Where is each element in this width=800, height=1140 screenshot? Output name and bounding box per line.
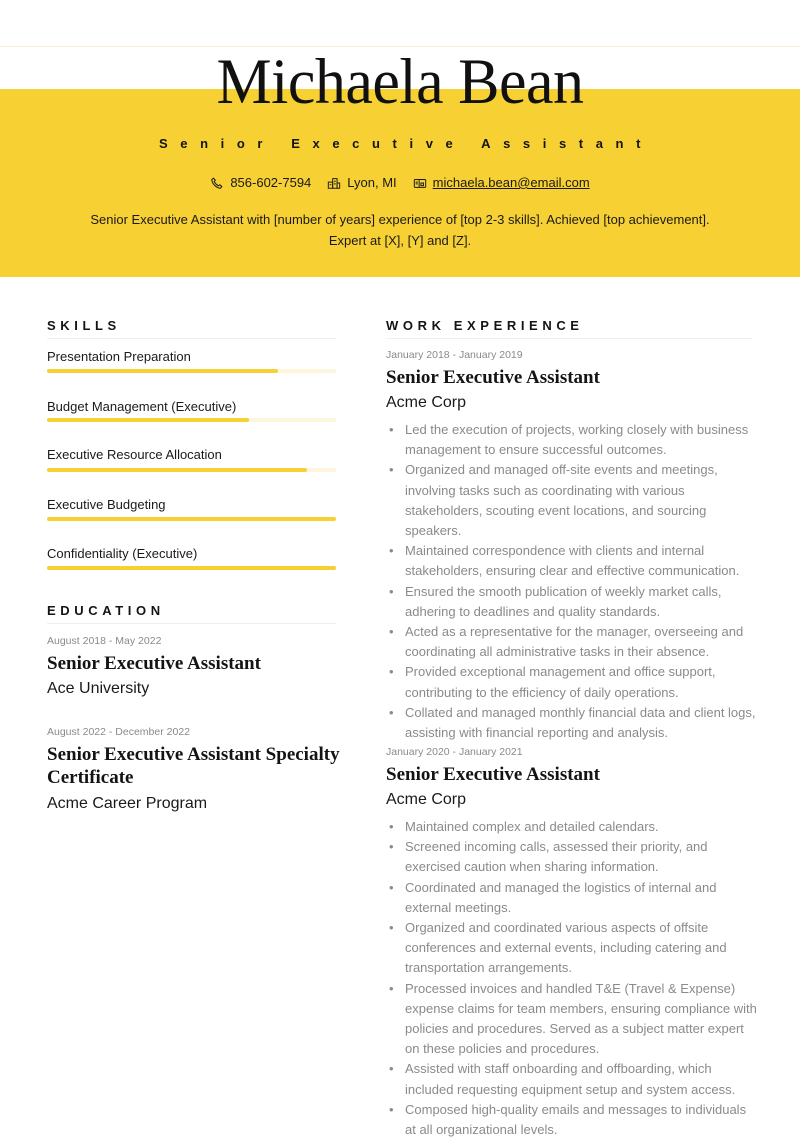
- job-bullet: Coordinated and managed the logistics of…: [386, 878, 758, 918]
- mail-icon: [413, 178, 426, 188]
- job-bullet: Maintained complex and detailed calendar…: [386, 817, 758, 837]
- job-bullet: Organized and coordinated various aspect…: [386, 918, 758, 979]
- phone-number: 856-602-7594: [230, 175, 312, 190]
- job-bullets: Led the execution of projects, working c…: [386, 420, 758, 743]
- skills-heading: SKILLS: [47, 318, 121, 333]
- skill-bar-fill: [47, 517, 336, 521]
- contact-location: Lyon, MI: [327, 175, 397, 190]
- education-school: Acme Career Program: [47, 795, 208, 812]
- summary: Senior Executive Assistant with [number …: [90, 212, 710, 248]
- education-dates: August 2022 - December 2022: [47, 726, 191, 738]
- job-title-entry: Senior Executive Assistant: [386, 764, 600, 785]
- contact-phone: 856-602-7594: [210, 175, 311, 190]
- experience-heading: WORK EXPERIENCE: [386, 318, 584, 333]
- education-dates: August 2018 - May 2022: [47, 635, 162, 647]
- skills-divider: [47, 338, 336, 339]
- job-title-entry: Senior Executive Assistant: [386, 367, 600, 388]
- location-text: Lyon, MI: [347, 175, 397, 190]
- email-link[interactable]: michaela.bean@email.com: [433, 175, 590, 190]
- job-company: Acme Corp: [386, 394, 467, 411]
- job-company: Acme Corp: [386, 791, 467, 808]
- skill-bar: [47, 517, 336, 521]
- job-dates: January 2020 - January 2021: [386, 746, 523, 758]
- skill-bar-fill: [47, 468, 308, 472]
- job-bullet: Processed invoices and handled T&E (Trav…: [386, 979, 758, 1060]
- experience-divider: [386, 338, 752, 339]
- skill-label: Executive Resource Allocation: [47, 447, 222, 462]
- skill-bar-fill: [47, 418, 250, 422]
- skill-label: Presentation Preparation: [47, 349, 191, 364]
- contact-info: 856-602-7594 Lyon, MI michaela.bean@emai…: [0, 175, 800, 190]
- job-bullet: Organized and managed off-site events an…: [386, 460, 758, 541]
- contact-email[interactable]: michaela.bean@email.com: [413, 175, 590, 190]
- skill-bar: [47, 369, 336, 373]
- job-bullet: Collated and managed monthly financial d…: [386, 703, 758, 743]
- location-icon: [328, 177, 341, 189]
- skill-bar: [47, 566, 336, 570]
- job-bullet: Composed high-quality emails and message…: [386, 1100, 758, 1140]
- job-bullet: Maintained correspondence with clients a…: [386, 541, 758, 581]
- candidate-name: Michaela Bean: [216, 46, 584, 118]
- skill-label: Executive Budgeting: [47, 497, 166, 512]
- skill-bar-fill: [47, 566, 336, 570]
- job-bullet: Ensured the smooth publication of weekly…: [386, 582, 758, 622]
- job-bullet: Provided exceptional management and offi…: [386, 662, 758, 702]
- job-bullet: Led the execution of projects, working c…: [386, 420, 758, 460]
- skill-bar: [47, 418, 336, 422]
- education-school: Ace University: [47, 680, 150, 697]
- education-heading: EDUCATION: [47, 603, 165, 618]
- phone-icon: [211, 176, 223, 189]
- skill-label: Budget Management (Executive): [47, 399, 237, 414]
- education-degree: Senior Executive Assistant: [47, 653, 261, 674]
- education-divider: [47, 623, 336, 624]
- skill-bar: [47, 468, 336, 472]
- skill-bar-fill: [47, 369, 279, 373]
- job-bullet: Screened incoming calls, assessed their …: [386, 837, 758, 877]
- skill-label: Confidentiality (Executive): [47, 546, 198, 561]
- job-bullets: Maintained complex and detailed calendar…: [386, 817, 758, 1140]
- job-dates: January 2018 - January 2019: [386, 349, 523, 361]
- job-bullet: Assisted with staff onboarding and offbo…: [386, 1059, 758, 1099]
- education-degree: Senior Executive Assistant Specialty Cer…: [47, 744, 340, 788]
- job-bullet: Acted as a representative for the manage…: [386, 622, 758, 662]
- job-title: Senior Executive Assistant: [158, 136, 654, 151]
